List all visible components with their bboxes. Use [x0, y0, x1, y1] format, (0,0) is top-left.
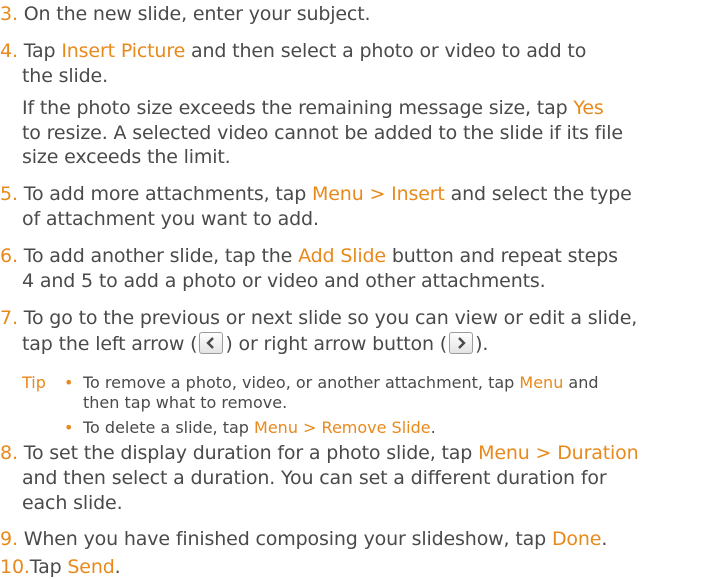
tip-item-2: To delete a slide, tap Menu > Remove Sli…: [83, 418, 436, 437]
step-5: 5. To add more attachments, tap Menu > I…: [0, 183, 632, 205]
insert-picture-term: Insert Picture: [61, 40, 186, 62]
tip-label: Tip: [22, 373, 46, 392]
step-6: 6. To add another slide, tap the Add Sli…: [0, 245, 618, 267]
yes-term: Yes: [573, 97, 604, 119]
bullet-icon: •: [64, 373, 74, 392]
step-7: 7. To go to the previous or next slide s…: [0, 307, 638, 329]
step-8: 8. To set the display duration for a pho…: [0, 442, 639, 464]
step-4-note-line3: size exceeds the limit.: [22, 146, 231, 168]
tip-bullet-1: •: [64, 373, 73, 393]
menu-term: Menu: [519, 373, 564, 392]
menu-remove-slide-term: Menu > Remove Slide: [254, 418, 431, 437]
tip-bullet-2: •: [64, 418, 73, 438]
step-4: 4. Tap Insert Picture and then select a …: [0, 40, 587, 62]
step-4-note-line1: If the photo size exceeds the remaining …: [22, 97, 604, 119]
right-arrow-button-icon: [449, 332, 474, 354]
step-4-line2: the slide.: [22, 65, 108, 87]
done-term: Done: [551, 528, 602, 550]
add-slide-term: Add Slide: [298, 245, 386, 267]
tip-item-1-line2: then tap what to remove.: [83, 393, 288, 412]
menu-duration-term: Menu > Duration: [478, 442, 639, 464]
step-8-line2: and then select a duration. You can set …: [22, 467, 607, 489]
menu-insert-term: Menu > Insert: [312, 183, 445, 205]
step-9: 9. When you have finished composing your…: [0, 528, 608, 550]
step-7-line2: tap the left arrow () or right arrow but…: [22, 332, 489, 355]
manual-page: 3. On the new slide, enter your subject.…: [0, 0, 723, 579]
send-term: Send: [67, 556, 115, 578]
step-10: 10.Tap Send.: [0, 556, 121, 578]
bullet-icon: •: [64, 418, 74, 437]
left-arrow-button-icon: [199, 332, 224, 354]
step-3: 3. On the new slide, enter your subject.: [0, 3, 371, 25]
step-8-line3: each slide.: [22, 492, 123, 514]
step-5-line2: of attachment you want to add.: [22, 208, 319, 230]
step-4-note-line2: to resize. A selected video cannot be ad…: [22, 122, 623, 144]
tip-item-1: To remove a photo, video, or another att…: [83, 373, 599, 392]
step-6-line2: 4 and 5 to add a photo or video and othe…: [22, 270, 546, 292]
